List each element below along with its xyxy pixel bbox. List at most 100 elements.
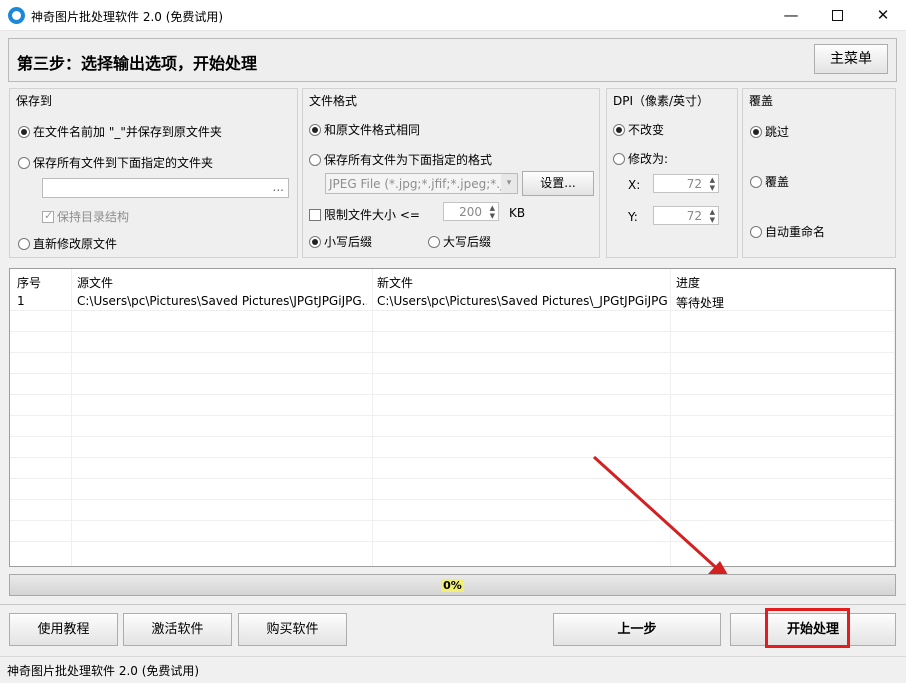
main-menu-button[interactable]: 主菜单 [814, 44, 888, 74]
limit-size-checkbox[interactable]: 限制文件大小 <= [309, 206, 420, 223]
folder-path-input[interactable]: ... [42, 178, 289, 198]
activate-button[interactable]: 激活软件 [123, 613, 232, 646]
table-row-empty [10, 416, 895, 437]
spin-down-icon[interactable]: ▼ [710, 216, 715, 224]
format-select[interactable]: JPEG File (*.jpg;*.jfif;*.jpeg;*.j ▾ [325, 173, 518, 194]
file-table[interactable]: 序号 源文件 新文件 进度 1 C:\Users\pc\Pictures\Sav… [9, 268, 896, 567]
same-format-radio[interactable]: 和原文件格式相同 [309, 121, 420, 138]
limit-size-spinner[interactable]: 200 ▲ ▼ [443, 202, 499, 221]
save-folder-radio[interactable]: 保存所有文件到下面指定的文件夹 [18, 154, 213, 171]
auto-rename-radio[interactable]: 自动重命名 [750, 223, 825, 240]
table-row-empty [10, 500, 895, 521]
column-header-progress[interactable]: 进度 [676, 274, 700, 291]
spin-up-icon[interactable]: ▲ [490, 204, 495, 212]
cover-radio[interactable]: 覆盖 [750, 173, 789, 190]
step-header: 第三步：选择输出选项，开始处理 主菜单 [8, 38, 897, 82]
overwrite-title: 覆盖 [749, 94, 774, 108]
close-icon: ✕ [876, 6, 890, 24]
overwrite-original-label: 直新修改原文件 [33, 237, 118, 251]
radio-selected-icon [750, 126, 762, 138]
file-format-group: 文件格式 和原文件格式相同 保存所有文件为下面指定的格式 JPEG File (… [302, 88, 600, 258]
buy-button[interactable]: 购买软件 [238, 613, 347, 646]
progress-bar: 0% [9, 574, 896, 596]
keep-structure-label: 保持目录结构 [57, 210, 130, 224]
format-settings-button[interactable]: 设置... [522, 171, 594, 196]
row-source: C:\Users\pc\Pictures\Saved Pictures\JPGt… [77, 294, 367, 308]
radio-icon [613, 153, 625, 165]
close-button[interactable]: ✕ [860, 0, 906, 31]
uppercase-ext-radio[interactable]: 大写后缀 [428, 233, 491, 250]
dpi-y-label: Y: [628, 210, 638, 224]
limit-size-label: 限制文件大小 <= [324, 208, 420, 222]
column-header-index[interactable]: 序号 [17, 274, 41, 291]
divider [0, 604, 906, 605]
step-title: 第三步：选择输出选项，开始处理 [17, 54, 258, 73]
overwrite-group: 覆盖 跳过 覆盖 自动重命名 [742, 88, 896, 258]
keep-structure-checkbox[interactable]: 保持目录结构 [42, 208, 129, 225]
table-row-empty [10, 521, 895, 542]
column-header-source[interactable]: 源文件 [77, 274, 113, 291]
specified-format-radio[interactable]: 保存所有文件为下面指定的格式 [309, 151, 492, 168]
lowercase-ext-label: 小写后缀 [324, 235, 373, 249]
same-format-label: 和原文件格式相同 [324, 123, 421, 137]
table-row-empty [10, 311, 895, 332]
checkbox-icon [309, 209, 321, 221]
save-folder-label: 保存所有文件到下面指定的文件夹 [33, 156, 214, 170]
skip-radio[interactable]: 跳过 [750, 123, 789, 140]
table-row-empty [10, 437, 895, 458]
row-status: 等待处理 [676, 296, 725, 310]
spin-down-icon[interactable]: ▼ [490, 212, 495, 220]
uppercase-ext-label: 大写后缀 [443, 235, 492, 249]
table-row-empty [10, 479, 895, 500]
minimize-button[interactable]: — [768, 0, 814, 31]
row-target: C:\Users\pc\Pictures\Saved Pictures\_JPG… [377, 294, 667, 308]
skip-label: 跳过 [765, 125, 790, 139]
spin-down-icon[interactable]: ▼ [710, 184, 715, 192]
dpi-no-change-label: 不改变 [628, 123, 665, 137]
radio-icon [428, 236, 440, 248]
table-header: 序号 源文件 新文件 进度 [10, 269, 895, 290]
status-bar: 神奇图片批处理软件 2.0 (免费试用) [0, 656, 906, 683]
table-row-empty [10, 395, 895, 416]
specified-format-label: 保存所有文件为下面指定的格式 [324, 153, 493, 167]
spin-up-icon[interactable]: ▲ [710, 176, 715, 184]
dpi-change-radio[interactable]: 修改为: [613, 150, 668, 167]
radio-icon [309, 154, 321, 166]
table-row-empty [10, 353, 895, 374]
row-index: 1 [17, 294, 25, 308]
lowercase-ext-radio[interactable]: 小写后缀 [309, 233, 372, 250]
cover-label: 覆盖 [765, 175, 790, 189]
column-header-target[interactable]: 新文件 [377, 274, 413, 291]
save-prefix-label: 在文件名前加 "_"并保存到原文件夹 [33, 125, 222, 139]
tutorial-button[interactable]: 使用教程 [9, 613, 118, 646]
table-row[interactable]: 1 C:\Users\pc\Pictures\Saved Pictures\JP… [10, 290, 895, 311]
window-title: 神奇图片批处理软件 2.0 (免费试用) [31, 10, 224, 24]
dpi-x-label: X: [628, 178, 641, 192]
maximize-icon [831, 10, 843, 21]
progress-label: 0% [441, 579, 464, 592]
table-row-empty [10, 374, 895, 395]
table-row-empty [10, 458, 895, 479]
spin-up-icon[interactable]: ▲ [710, 208, 715, 216]
minimize-icon: — [783, 6, 799, 24]
table-row-empty [10, 332, 895, 353]
dpi-no-change-radio[interactable]: 不改变 [613, 121, 664, 138]
radio-icon [750, 226, 762, 238]
dpi-x-spinner[interactable]: 72 ▲ ▼ [653, 174, 719, 193]
maximize-button[interactable] [814, 0, 860, 31]
radio-selected-icon [613, 124, 625, 136]
overwrite-original-radio[interactable]: 直新修改原文件 [18, 235, 117, 252]
auto-rename-label: 自动重命名 [765, 225, 826, 239]
browse-button[interactable]: ... [273, 180, 284, 194]
checkbox-checked-icon [42, 209, 54, 223]
radio-icon [750, 176, 762, 188]
save-prefix-radio[interactable]: 在文件名前加 "_"并保存到原文件夹 [18, 123, 222, 140]
dpi-change-label: 修改为: [628, 152, 669, 166]
dpi-group: DPI（像素/英寸） 不改变 修改为: X: 72 ▲ ▼ Y: 72 ▲ ▼ [606, 88, 738, 258]
chevron-down-icon: ▾ [501, 174, 517, 193]
prev-step-button[interactable]: 上一步 [553, 613, 721, 646]
status-text: 神奇图片批处理软件 2.0 (免费试用) [7, 664, 200, 678]
dpi-y-spinner[interactable]: 72 ▲ ▼ [653, 206, 719, 225]
save-to-title: 保存到 [16, 94, 53, 108]
radio-selected-icon [309, 124, 321, 136]
